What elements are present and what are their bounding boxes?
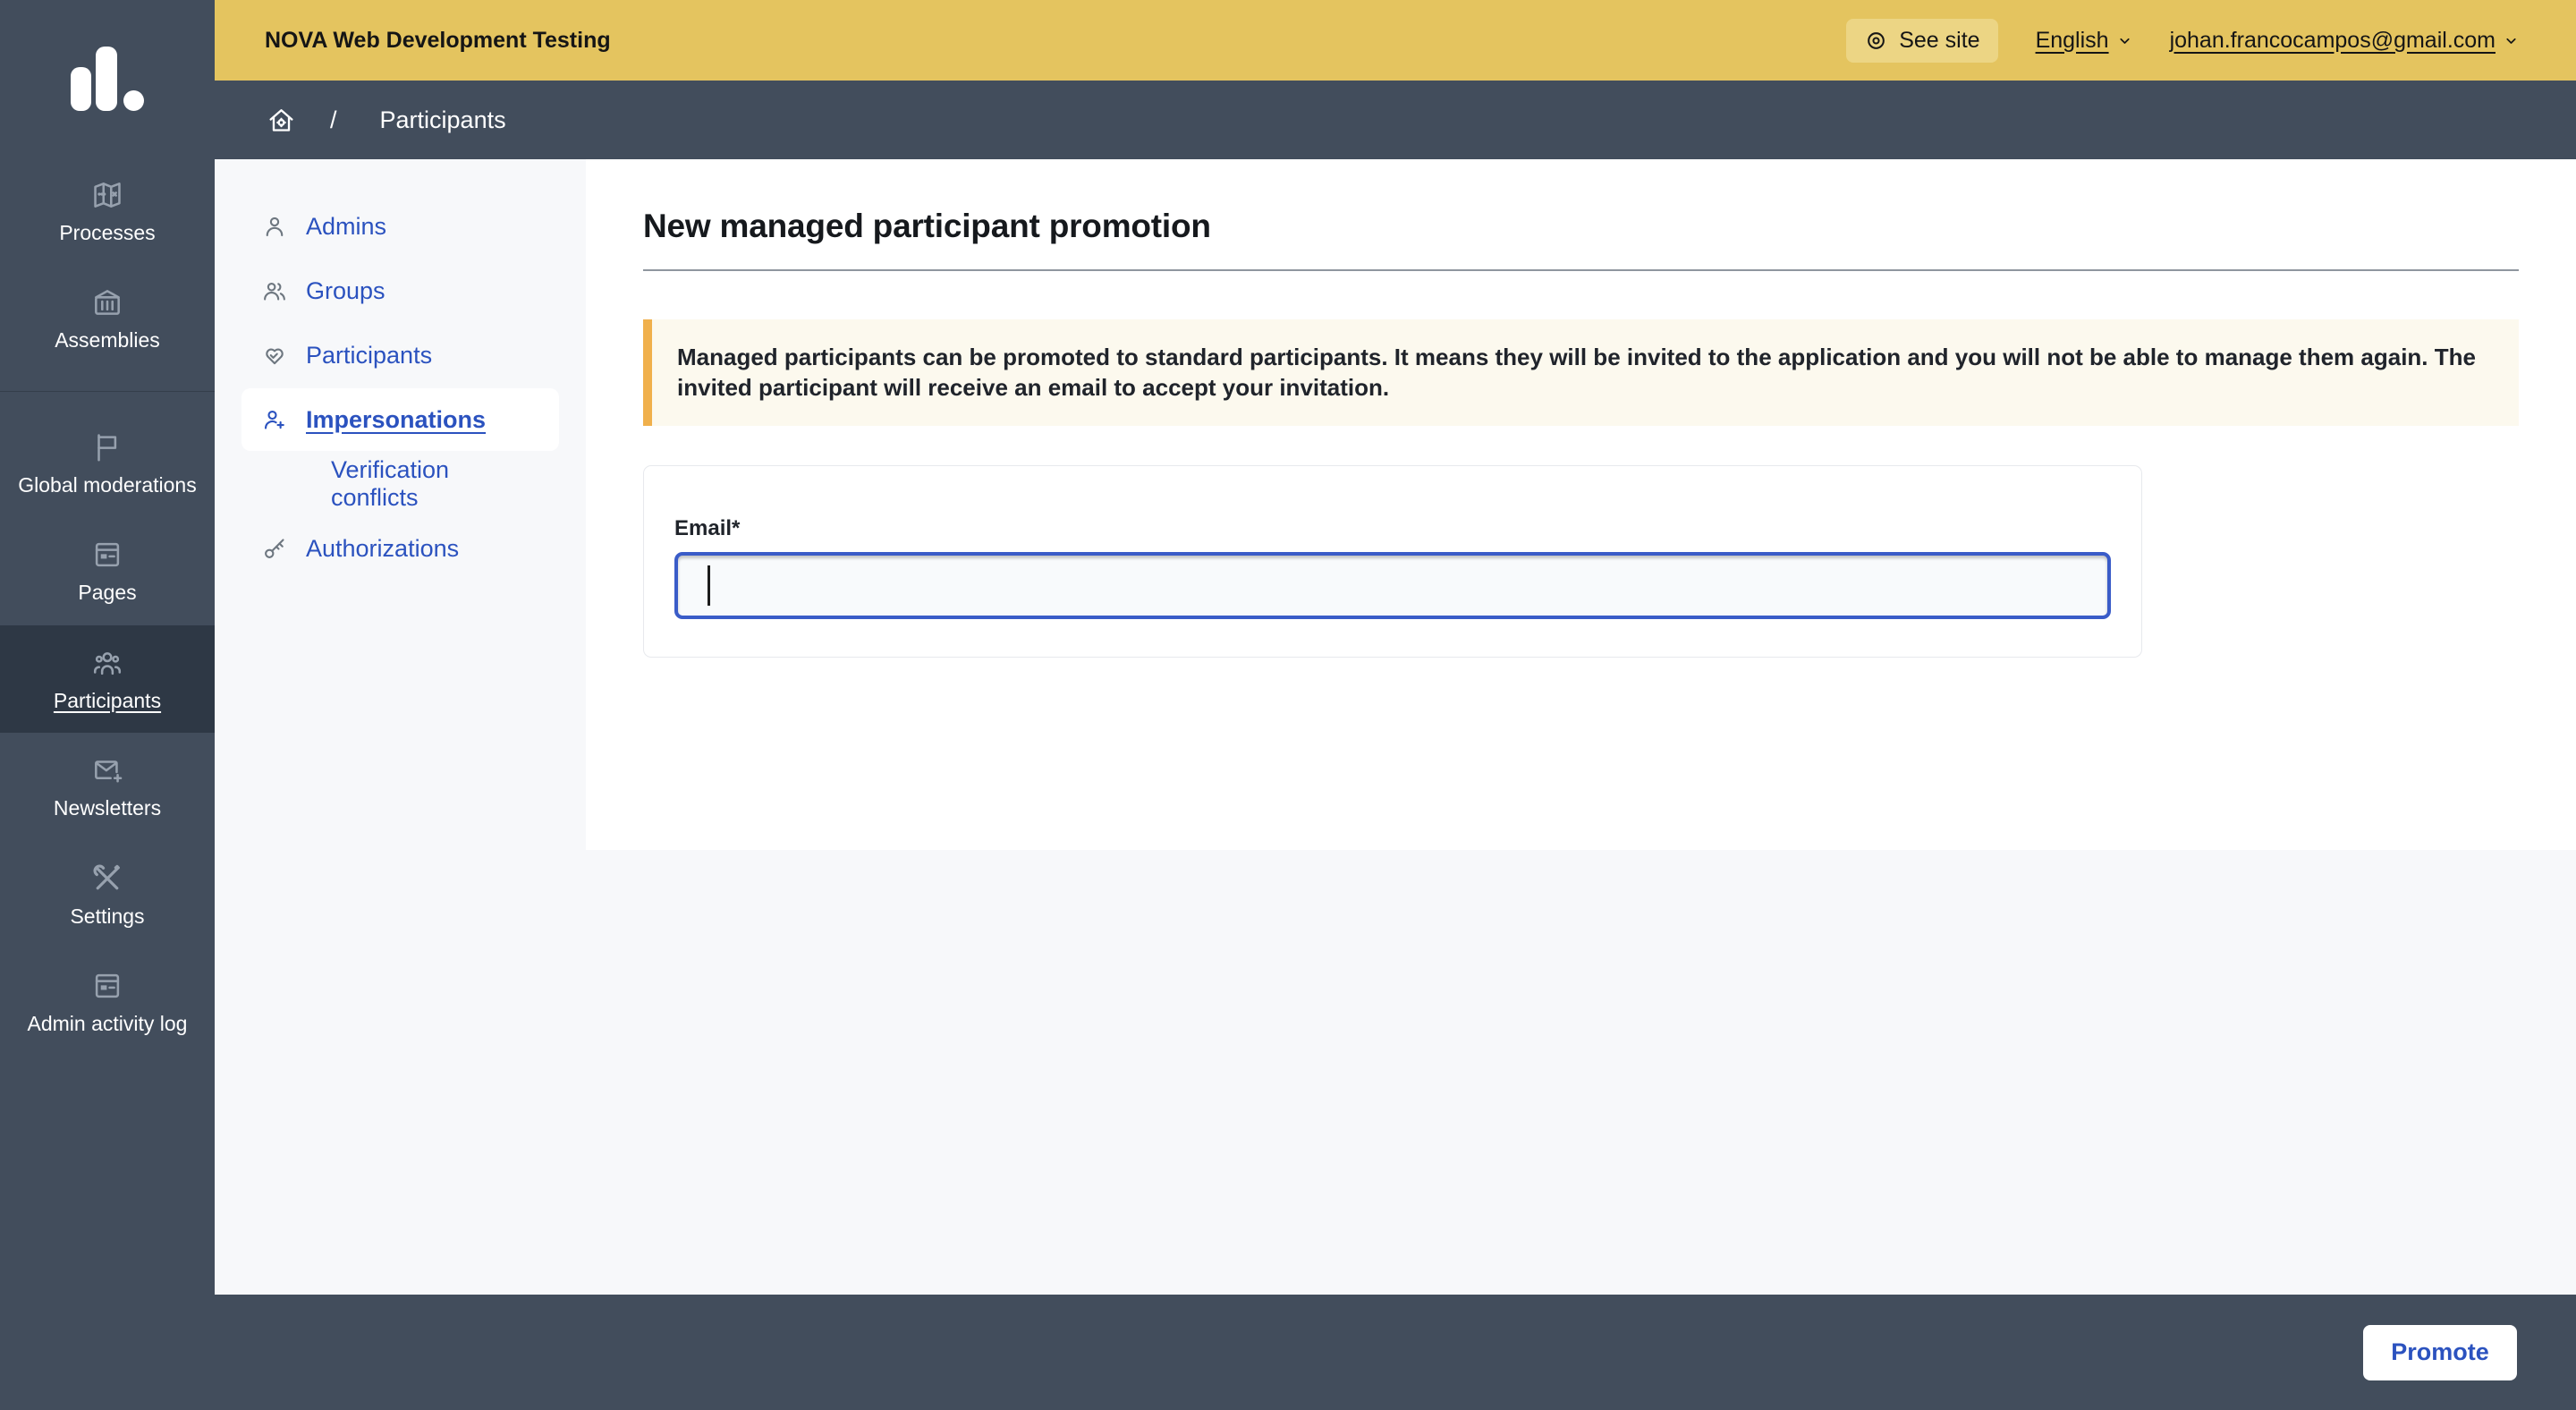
app-root: Processes Assemblies Global moderations …: [0, 0, 2576, 1410]
breadcrumb: / Participants: [215, 81, 2576, 159]
promotion-form-card: Email*: [643, 464, 2142, 658]
breadcrumb-separator: /: [330, 106, 337, 133]
sidebar-item-participants[interactable]: Participants: [0, 624, 215, 734]
sidebar-item-label: Processes: [59, 221, 156, 244]
chevron-down-icon: [2506, 38, 2516, 44]
subnav-item-label: Groups: [306, 276, 386, 304]
page-title: New managed participant promotion: [643, 208, 1211, 244]
pages-icon: [95, 543, 120, 567]
see-site-icon: [1868, 31, 1885, 49]
sidebar-item-admin-activity-log[interactable]: Admin activity log: [0, 948, 215, 1056]
user-icon: [266, 217, 284, 237]
callout-notice: Managed participants can be promoted to …: [643, 319, 2519, 426]
sidebar-item-label: Participants: [53, 688, 162, 712]
sidebar-item-processes[interactable]: Processes: [0, 157, 215, 265]
content-area: New managed participant promotion Manage…: [586, 159, 2576, 1295]
decidim-logo[interactable]: [0, 0, 215, 157]
map-icon: [94, 183, 121, 208]
subnav-item-label: Participants: [306, 341, 433, 369]
subnav-item-label: Authorizations: [306, 534, 460, 562]
flag-icon: [97, 434, 117, 462]
account-email: johan.francocampos@gmail.com: [2169, 27, 2496, 53]
tools-icon: [93, 864, 120, 889]
subnav-item-label: Verification conflicts: [331, 456, 450, 511]
breadcrumb-home-link[interactable]: [267, 106, 296, 135]
sidebar-item-newsletters[interactable]: Newsletters: [0, 733, 215, 840]
organization-title: NOVA Web Development Testing: [265, 27, 611, 53]
bank-icon: [95, 290, 120, 316]
secondary-sidebar: Admins Groups Participants Impersonation…: [215, 159, 586, 1295]
sidebar-item-global-moderations[interactable]: Global moderations: [0, 410, 215, 517]
heart-icon: [266, 348, 284, 365]
primary-sidebar: Processes Assemblies Global moderations …: [0, 0, 215, 1410]
mail-add-icon: [95, 760, 123, 783]
see-site-label: See site: [1899, 27, 1980, 53]
logo-icon: [71, 47, 144, 111]
content-panel: New managed participant promotion Manage…: [586, 159, 2576, 850]
sidebar-item-pages[interactable]: Pages: [0, 517, 215, 624]
team-icon: [93, 651, 122, 675]
content-row: Admins Groups Participants Impersonation…: [215, 159, 2576, 1295]
sidebar-item-assemblies[interactable]: Assemblies: [0, 265, 215, 372]
subnav-item-impersonations[interactable]: Impersonations: [242, 388, 559, 451]
chevron-down-icon: [2119, 38, 2130, 44]
email-input[interactable]: [674, 551, 2111, 619]
subnav-item-admins[interactable]: Admins: [242, 195, 559, 258]
language-dropdown[interactable]: English: [2036, 28, 2132, 54]
subnav-item-participants[interactable]: Participants: [242, 324, 559, 386]
sidebar-item-label: Settings: [70, 904, 145, 928]
subnav-item-groups[interactable]: Groups: [242, 259, 559, 322]
see-site-button[interactable]: See site: [1846, 18, 1998, 63]
sidebar-item-label: Pages: [78, 581, 137, 605]
group-icon: [264, 282, 285, 301]
promote-button[interactable]: Promote: [2363, 1324, 2517, 1380]
user-add-icon: [264, 410, 284, 429]
key-icon: [265, 539, 284, 558]
email-input-wrap: [674, 551, 2111, 619]
sidebar-divider: [0, 390, 215, 392]
main-column: NOVA Web Development Testing See site En…: [215, 0, 2576, 1410]
email-label: Email*: [674, 515, 741, 540]
subnav-item-verification-conflicts[interactable]: Verification conflicts: [242, 453, 559, 515]
sidebar-item-label: Assemblies: [55, 328, 160, 352]
primary-nav: Processes Assemblies Global moderations …: [0, 157, 215, 1057]
text-cursor: [708, 565, 710, 606]
activity-log-icon: [95, 973, 120, 998]
account-dropdown[interactable]: johan.francocampos@gmail.com: [2170, 28, 2519, 54]
home-icon: [269, 108, 293, 132]
subnav-item-authorizations[interactable]: Authorizations: [242, 517, 559, 580]
sidebar-item-label: Admin activity log: [27, 1012, 188, 1036]
sidebar-item-label: Newsletters: [53, 796, 162, 820]
callout-notice-text: Managed participants can be promoted to …: [677, 344, 2476, 402]
subnav-item-label: Impersonations: [306, 405, 487, 433]
sidebar-item-label: Global moderations: [18, 472, 197, 497]
breadcrumb-participants-link[interactable]: Participants: [380, 106, 506, 134]
topbar: NOVA Web Development Testing See site En…: [215, 0, 2576, 81]
sidebar-item-settings[interactable]: Settings: [0, 841, 215, 948]
footer-bar: Promote: [215, 1295, 2576, 1410]
topbar-controls: See site English johan.francocampos@gmai…: [1846, 18, 2519, 63]
language-label: English: [2035, 27, 2109, 53]
heading-divider: [643, 269, 2519, 271]
subnav-item-label: Admins: [306, 212, 387, 240]
